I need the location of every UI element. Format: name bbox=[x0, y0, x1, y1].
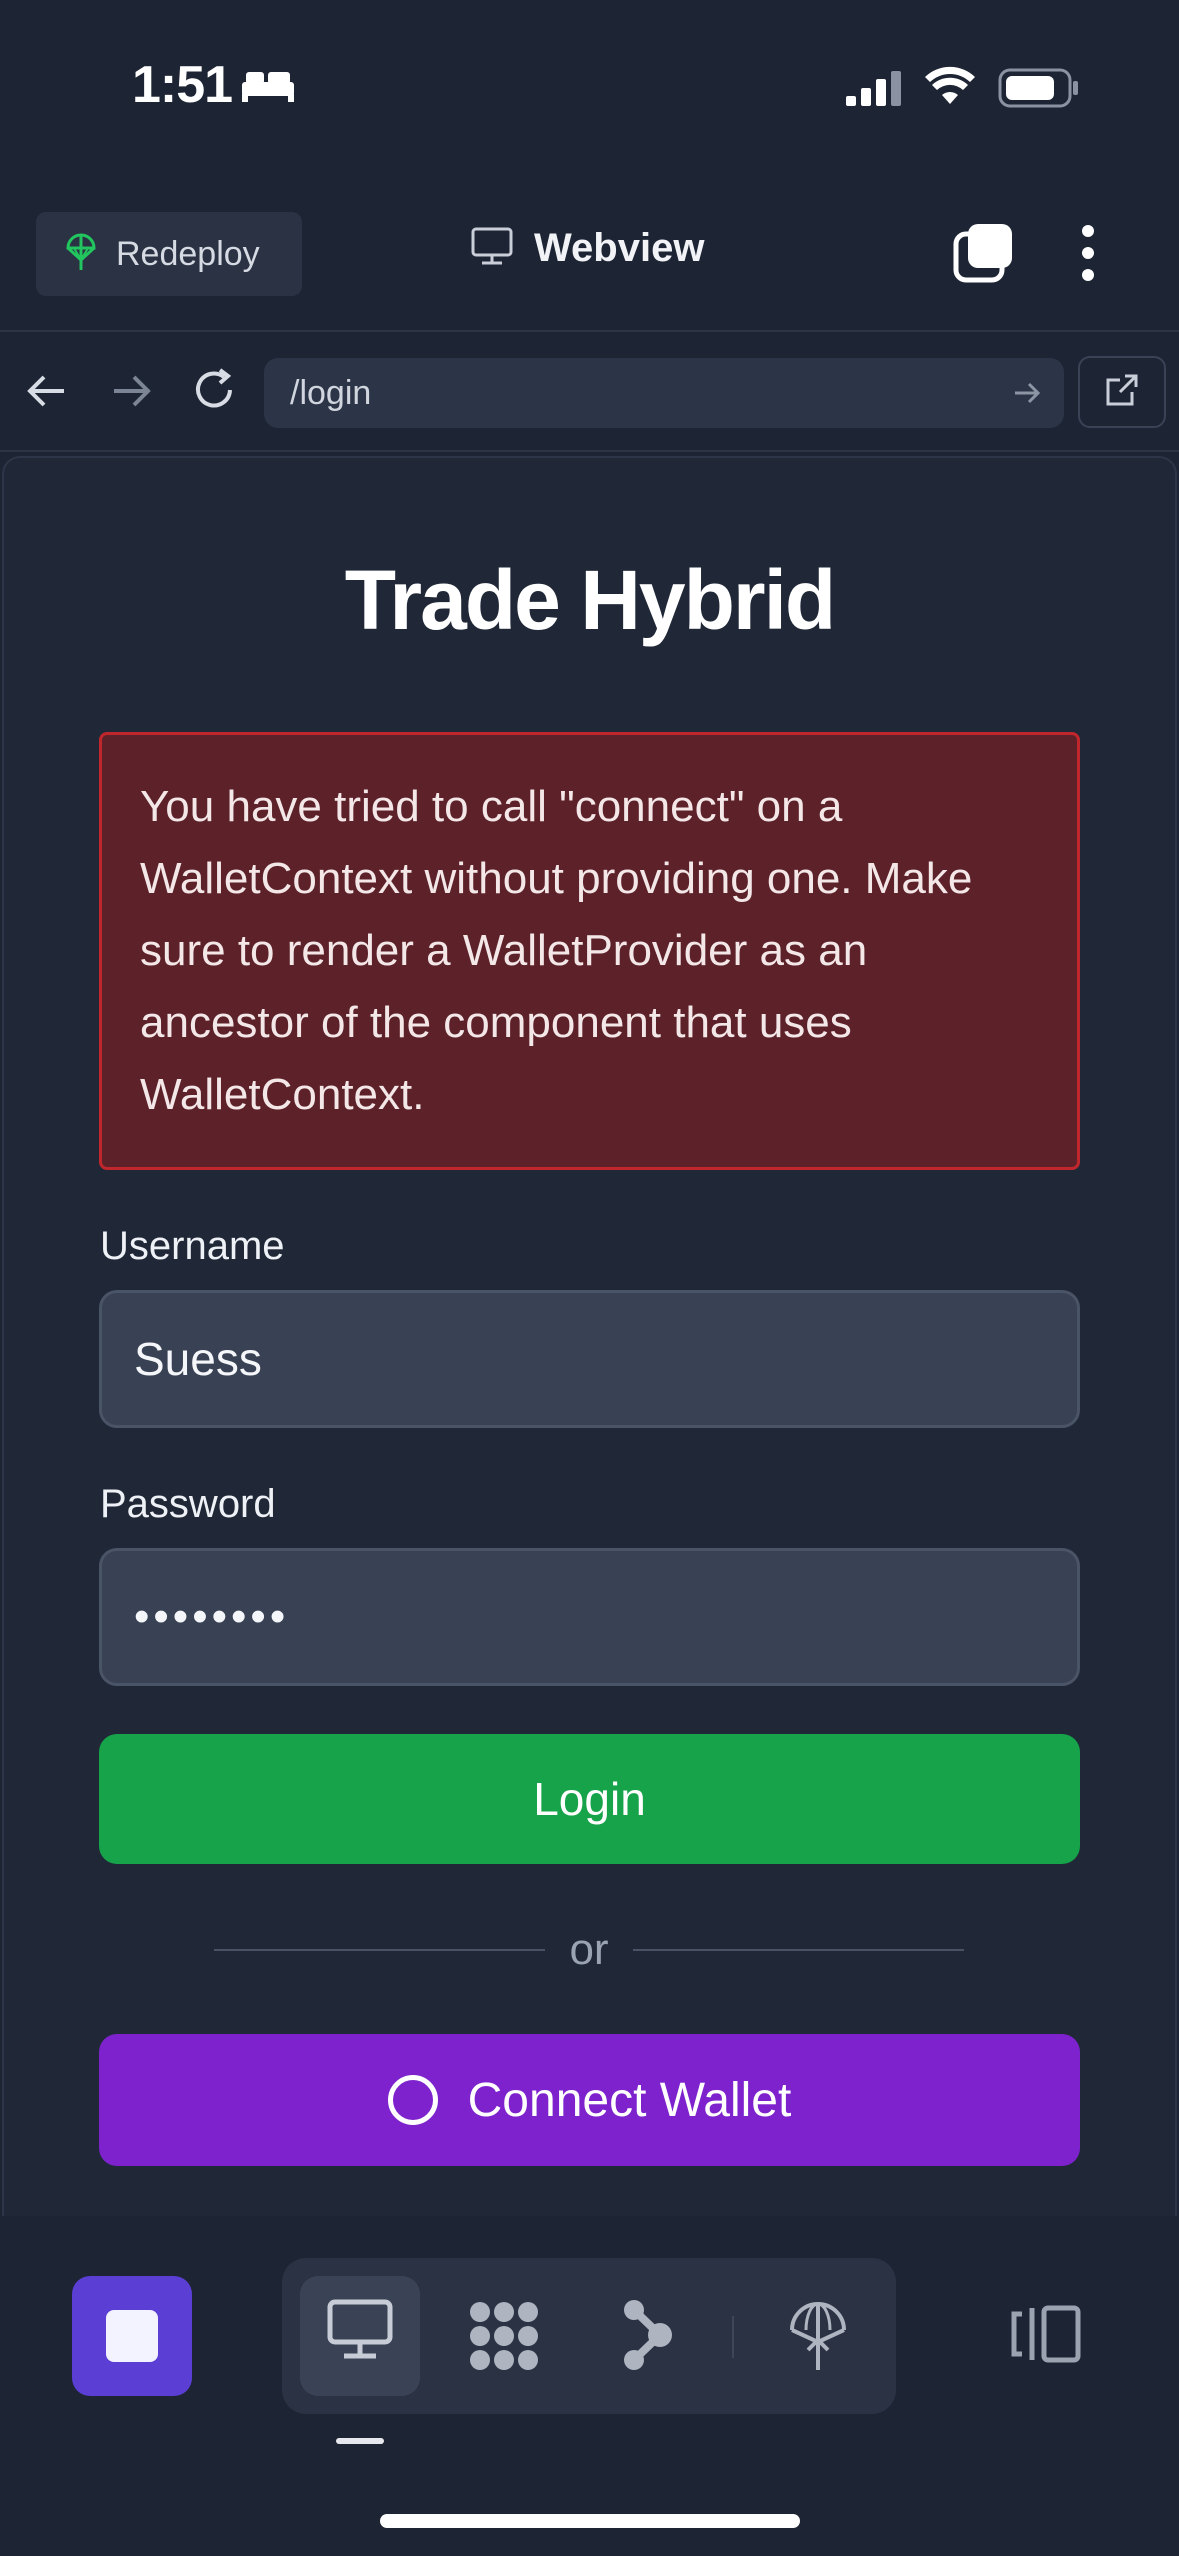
nodes-icon[interactable] bbox=[618, 2298, 678, 2377]
tabs-icon[interactable] bbox=[952, 222, 1014, 289]
error-alert: You have tried to call "connect" on a Wa… bbox=[99, 732, 1080, 1170]
panel-toggle-icon[interactable] bbox=[1010, 2304, 1082, 2369]
status-time: 1:51 bbox=[132, 56, 233, 114]
cellular-signal-icon bbox=[844, 70, 904, 113]
stop-icon bbox=[106, 2310, 158, 2362]
connect-wallet-label: Connect Wallet bbox=[467, 2073, 792, 2127]
bed-icon bbox=[240, 68, 296, 109]
username-input[interactable]: Suess bbox=[99, 1290, 1080, 1428]
password-label: Password bbox=[100, 1482, 276, 1526]
deploy-globe-icon[interactable] bbox=[788, 2298, 848, 2379]
home-indicator[interactable] bbox=[380, 2514, 800, 2528]
redeploy-button[interactable]: Redeploy bbox=[36, 212, 302, 296]
url-bar[interactable]: /login bbox=[264, 358, 1064, 428]
webview-title: Webview bbox=[470, 226, 704, 271]
or-text: or bbox=[569, 1925, 609, 1974]
grid-dots-icon[interactable] bbox=[466, 2298, 542, 2379]
desktop-icon[interactable] bbox=[326, 2298, 394, 2367]
battery-icon bbox=[998, 68, 1080, 113]
forward-arrow-icon[interactable] bbox=[108, 368, 154, 419]
password-input[interactable]: •••••••• bbox=[99, 1548, 1080, 1686]
active-tab-indicator bbox=[336, 2438, 384, 2444]
external-link-icon bbox=[1104, 372, 1140, 413]
app-bar-divider bbox=[0, 330, 1179, 332]
username-label: Username bbox=[100, 1224, 285, 1268]
more-vertical-icon[interactable] bbox=[1080, 224, 1096, 287]
redeploy-label: Redeploy bbox=[116, 234, 260, 273]
login-button[interactable]: Login bbox=[99, 1734, 1080, 1864]
error-message: You have tried to call "connect" on a Wa… bbox=[140, 782, 973, 1119]
stop-button[interactable] bbox=[72, 2276, 192, 2396]
monitor-icon bbox=[470, 226, 514, 271]
toolbar-separator bbox=[732, 2316, 734, 2358]
wifi-icon bbox=[924, 66, 976, 113]
or-divider: or bbox=[214, 1920, 964, 1980]
url-text: /login bbox=[290, 373, 372, 412]
go-arrow-icon[interactable] bbox=[1012, 378, 1042, 413]
reload-icon[interactable] bbox=[190, 366, 238, 419]
or-line-right bbox=[632, 1949, 964, 1951]
url-row-divider bbox=[0, 450, 1179, 452]
redeploy-icon bbox=[64, 232, 98, 277]
webview-label: Webview bbox=[534, 226, 705, 270]
external-link-button[interactable] bbox=[1078, 356, 1166, 428]
wallet-circle-icon bbox=[387, 2075, 438, 2125]
connect-wallet-button[interactable]: Connect Wallet bbox=[99, 2034, 1080, 2166]
back-arrow-icon[interactable] bbox=[24, 368, 70, 419]
or-line-left bbox=[214, 1949, 546, 1951]
page-title: Trade Hybrid bbox=[344, 553, 836, 647]
